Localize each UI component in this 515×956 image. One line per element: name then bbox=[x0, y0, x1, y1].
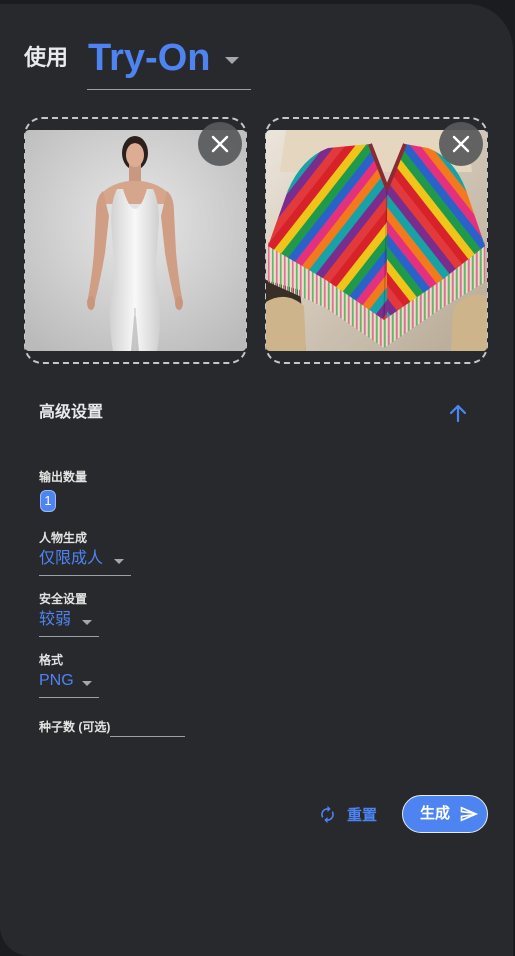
reset-button[interactable]: 重置 bbox=[318, 803, 377, 825]
close-icon bbox=[211, 135, 229, 153]
format-label: 格式 bbox=[39, 653, 64, 667]
chevron-down-icon bbox=[225, 57, 239, 64]
person-generation-value: 仅限成人 bbox=[39, 550, 104, 567]
use-label: 使用 bbox=[24, 45, 69, 70]
format-value: PNG bbox=[39, 672, 74, 689]
person-upload-box[interactable] bbox=[24, 117, 247, 364]
reset-label: 重置 bbox=[347, 806, 378, 824]
model-select[interactable]: Try-On bbox=[87, 34, 251, 90]
remove-garment-image-button[interactable] bbox=[439, 122, 483, 166]
close-icon bbox=[452, 135, 470, 153]
safety-settings-label: 安全设置 bbox=[39, 592, 88, 606]
output-count-label: 输出数量 bbox=[39, 470, 88, 484]
output-count-value[interactable]: 1 bbox=[40, 490, 56, 512]
arrow-up-icon bbox=[449, 404, 467, 423]
generate-label: 生成 bbox=[420, 805, 451, 822]
format-select[interactable]: PNG bbox=[39, 671, 99, 698]
model-select-value: Try-On bbox=[88, 37, 211, 79]
chevron-down-icon bbox=[82, 620, 92, 625]
send-icon bbox=[460, 806, 479, 822]
safety-settings-value: 较弱 bbox=[39, 611, 72, 628]
seed-input[interactable] bbox=[110, 720, 185, 737]
person-generation-select[interactable]: 仅限成人 bbox=[39, 549, 131, 576]
chevron-down-icon bbox=[82, 681, 92, 686]
safety-settings-select[interactable]: 较弱 bbox=[39, 610, 99, 637]
remove-person-image-button[interactable] bbox=[198, 122, 242, 166]
seed-label: 种子数 (可选) bbox=[39, 720, 111, 734]
chevron-down-icon bbox=[114, 559, 124, 564]
person-generation-label: 人物生成 bbox=[39, 531, 88, 545]
advanced-settings-title: 高级设置 bbox=[39, 404, 104, 421]
collapse-advanced-button[interactable] bbox=[446, 401, 470, 425]
garment-upload-box[interactable] bbox=[265, 117, 488, 364]
generate-button[interactable]: 生成 bbox=[402, 795, 488, 833]
refresh-icon bbox=[321, 805, 334, 823]
